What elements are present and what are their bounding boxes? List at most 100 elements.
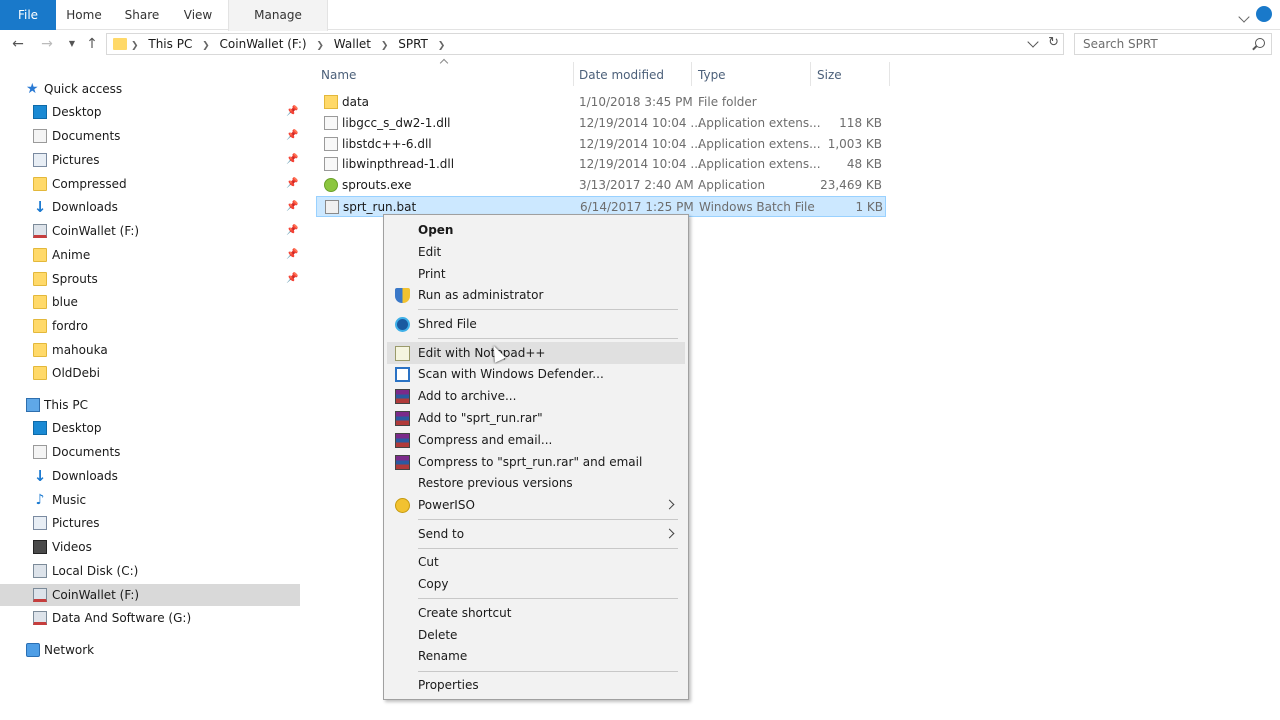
- menu-item-cut[interactable]: Cut: [387, 551, 685, 573]
- menu-item-run-as-administrator[interactable]: Run as administrator: [387, 284, 685, 306]
- tab-manage[interactable]: Manage: [228, 0, 328, 31]
- sidebar-item-pc-pictures[interactable]: Pictures: [0, 512, 300, 534]
- sidebar-item-mahouka[interactable]: mahouka: [0, 339, 300, 361]
- folder-icon: [113, 38, 127, 50]
- menu-separator: [418, 598, 678, 599]
- sidebar-item-pc-desktop[interactable]: Desktop: [0, 417, 300, 439]
- breadcrumb-coinwallet[interactable]: CoinWallet (F:): [220, 37, 307, 51]
- up-arrow-icon[interactable]: ↑: [82, 34, 102, 54]
- column-divider[interactable]: [573, 62, 574, 86]
- sidebar-item-anime[interactable]: Anime 📌: [0, 244, 300, 266]
- sidebar-item-local-disk-c[interactable]: Local Disk (C:): [0, 560, 300, 582]
- tab-share[interactable]: Share: [114, 0, 170, 30]
- menu-item-add-to-archive[interactable]: Add to archive...: [387, 385, 685, 407]
- menu-item-restore-previous-versions[interactable]: Restore previous versions: [387, 472, 685, 494]
- menu-item-add-to-sprt-run-rar[interactable]: Add to "sprt_run.rar": [387, 407, 685, 429]
- recent-locations-chevron-icon[interactable]: ▼: [62, 34, 82, 54]
- breadcrumb-sprt[interactable]: SPRT: [398, 37, 428, 51]
- menu-item-delete[interactable]: Delete: [387, 624, 685, 646]
- column-divider[interactable]: [810, 62, 811, 86]
- file-row-libwinpthread[interactable]: libwinpthread-1.dll 12/19/2014 10:04 ...…: [316, 154, 886, 175]
- sidebar-item-sprouts[interactable]: Sprouts 📌: [0, 268, 300, 290]
- sidebar-item-blue[interactable]: blue: [0, 291, 300, 313]
- tab-home[interactable]: Home: [56, 0, 112, 30]
- sidebar-item-compressed[interactable]: Compressed 📌: [0, 173, 300, 195]
- pin-icon[interactable]: 📌: [286, 225, 298, 236]
- address-bar[interactable]: ❯ This PC ❯ CoinWallet (F:) ❯ Wallet ❯ S…: [106, 33, 1064, 55]
- menu-item-open[interactable]: Open: [387, 219, 685, 241]
- column-header-size[interactable]: Size: [817, 64, 887, 86]
- sidebar-item-label: OldDebi: [52, 366, 100, 380]
- expand-ribbon-chevron-icon[interactable]: [1238, 11, 1250, 23]
- sidebar-item-pictures[interactable]: Pictures 📌: [0, 149, 300, 171]
- search-icon[interactable]: [1255, 38, 1265, 48]
- file-row-data[interactable]: data 1/10/2018 3:45 PM File folder: [316, 92, 886, 113]
- sidebar-item-network[interactable]: Network: [0, 639, 300, 661]
- pin-icon[interactable]: 📌: [286, 106, 298, 117]
- pin-icon[interactable]: 📌: [286, 154, 298, 165]
- pin-icon[interactable]: 📌: [286, 249, 298, 260]
- pin-icon[interactable]: 📌: [286, 273, 298, 284]
- chevron-right-icon[interactable]: ❯: [202, 41, 210, 51]
- search-input[interactable]: Search SPRT: [1074, 33, 1272, 55]
- sidebar-item-label: Quick access: [44, 82, 123, 96]
- shred-icon: [395, 317, 410, 332]
- menu-item-compress-and-email[interactable]: Compress and email...: [387, 429, 685, 451]
- tab-file[interactable]: File: [0, 0, 56, 30]
- menu-item-properties[interactable]: Properties: [387, 674, 685, 696]
- submenu-arrow-icon: [664, 499, 675, 510]
- sidebar-item-pc-videos[interactable]: Videos: [0, 536, 300, 558]
- refresh-icon[interactable]: ↻: [1048, 35, 1059, 50]
- column-divider[interactable]: [889, 62, 890, 86]
- folder-icon: [33, 248, 47, 262]
- sidebar-item-olddebi[interactable]: OldDebi: [0, 362, 300, 384]
- back-arrow-icon[interactable]: ←: [8, 34, 28, 54]
- menu-item-edit-with-notepad-plus-plus[interactable]: Edit with Notepad++: [387, 342, 685, 364]
- file-row-libgcc[interactable]: libgcc_s_dw2-1.dll 12/19/2014 10:04 ... …: [316, 113, 886, 134]
- file-row-sprouts-exe[interactable]: sprouts.exe 3/13/2017 2:40 AM Applicatio…: [316, 175, 886, 196]
- chevron-right-icon[interactable]: ❯: [316, 41, 324, 51]
- sidebar-item-label: Local Disk (C:): [52, 564, 139, 578]
- menu-item-copy[interactable]: Copy: [387, 573, 685, 595]
- sidebar-item-fordro[interactable]: fordro: [0, 315, 300, 337]
- column-header-type[interactable]: Type: [698, 64, 808, 86]
- menu-item-shred-file[interactable]: Shred File: [387, 313, 685, 335]
- menu-item-print[interactable]: Print: [387, 263, 685, 285]
- sidebar-item-documents[interactable]: Documents 📌: [0, 125, 300, 147]
- sidebar-item-coinwallet-f[interactable]: CoinWallet (F:): [0, 584, 300, 606]
- address-history-chevron-icon[interactable]: [1027, 36, 1039, 48]
- sidebar-item-this-pc[interactable]: This PC: [0, 394, 300, 416]
- sidebar-item-pc-downloads[interactable]: ↓ Downloads: [0, 465, 300, 487]
- column-header-date[interactable]: Date modified: [579, 64, 689, 86]
- menu-item-send-to[interactable]: Send to: [387, 523, 685, 545]
- pin-icon[interactable]: 📌: [286, 130, 298, 141]
- menu-item-poweriso[interactable]: PowerISO: [387, 494, 685, 516]
- music-icon: ♪: [35, 492, 45, 508]
- menu-item-rename[interactable]: Rename: [387, 645, 685, 667]
- sidebar-item-quick-access[interactable]: ★ Quick access: [0, 78, 300, 100]
- menu-item-create-shortcut[interactable]: Create shortcut: [387, 602, 685, 624]
- breadcrumb-wallet[interactable]: Wallet: [334, 37, 371, 51]
- sidebar-item-coinwallet[interactable]: CoinWallet (F:) 📌: [0, 220, 300, 242]
- column-header-name[interactable]: Name: [321, 64, 571, 86]
- chevron-right-icon[interactable]: ❯: [131, 41, 139, 51]
- sidebar-item-pc-music[interactable]: ♪ Music: [0, 489, 300, 511]
- menu-item-compress-to-rar-and-email[interactable]: Compress to "sprt_run.rar" and email: [387, 451, 685, 473]
- chevron-right-icon[interactable]: ❯: [381, 41, 389, 51]
- sidebar-item-downloads[interactable]: ↓ Downloads 📌: [0, 196, 300, 218]
- help-icon[interactable]: [1256, 6, 1272, 22]
- tab-view[interactable]: View: [170, 0, 226, 30]
- chevron-right-icon[interactable]: ❯: [438, 41, 446, 51]
- breadcrumb-this-pc[interactable]: This PC: [148, 37, 192, 51]
- pin-icon[interactable]: 📌: [286, 178, 298, 189]
- pin-icon[interactable]: 📌: [286, 201, 298, 212]
- file-row-libstdc[interactable]: libstdc++-6.dll 12/19/2014 10:04 ... App…: [316, 134, 886, 155]
- sidebar-item-desktop[interactable]: Desktop 📌: [0, 101, 300, 123]
- column-divider[interactable]: [691, 62, 692, 86]
- forward-arrow-icon[interactable]: →: [37, 34, 57, 54]
- sidebar-item-pc-documents[interactable]: Documents: [0, 441, 300, 463]
- menu-item-edit[interactable]: Edit: [387, 241, 685, 263]
- menu-item-scan-with-windows-defender[interactable]: Scan with Windows Defender...: [387, 363, 685, 385]
- sidebar-item-data-and-software-g[interactable]: Data And Software (G:): [0, 607, 300, 629]
- context-menu: Open Edit Print Run as administrator Shr…: [383, 214, 689, 700]
